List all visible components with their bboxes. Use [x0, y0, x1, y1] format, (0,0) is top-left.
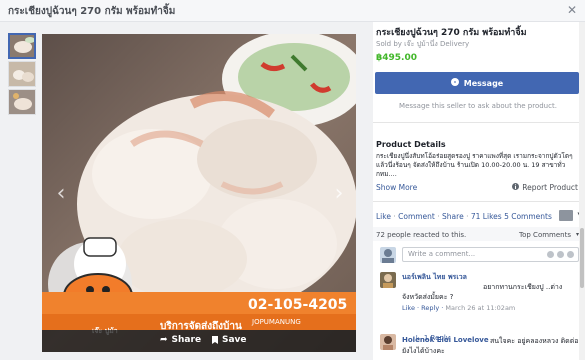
product-panel: กระเชียงปูฉ้วนๆ 270 กรัม พร้อมทำจิ้ม Sol…	[373, 22, 585, 360]
comment-text-line2: ยังไงได้บ้างคะ	[402, 347, 445, 355]
emoji-icon[interactable]	[567, 251, 574, 258]
show-more-link[interactable]: Show More	[376, 183, 417, 192]
bookmark-icon	[212, 336, 218, 344]
modal-title: กระเชียงปูฉ้วนๆ 270 กรัม พร้อมทำจิ้ม	[8, 6, 176, 17]
comments-count[interactable]: 5 Comments	[504, 212, 552, 221]
page-avatar-icon[interactable]	[559, 210, 573, 221]
message-label: Message	[463, 78, 504, 88]
comment-reply-link[interactable]: Reply	[421, 304, 439, 312]
thumbnail-3[interactable]	[8, 89, 36, 115]
message-button[interactable]: Message	[375, 72, 579, 94]
comment-tools	[547, 251, 574, 258]
comment-placeholder: Write a comment...	[408, 250, 476, 258]
reactions-text[interactable]: 72 people reacted to this.	[376, 231, 466, 239]
divider	[373, 122, 585, 123]
likes-count[interactable]: 71 Likes	[471, 212, 502, 221]
thumbnail-1[interactable]	[8, 33, 36, 59]
photo-save-button[interactable]: Save	[212, 335, 247, 345]
like-link[interactable]: Like	[376, 212, 391, 221]
photo-phone-text: 02-105-4205	[248, 297, 348, 313]
ask-seller-text: Message this seller to ask about the pro…	[399, 102, 557, 110]
divider	[373, 201, 585, 202]
photo-save-label: Save	[222, 335, 247, 345]
commenter-avatar[interactable]	[380, 334, 396, 350]
report-label: Report Product	[522, 183, 578, 192]
thumbnail-strip	[8, 33, 38, 117]
photo-share-button[interactable]: ➦ Share	[160, 335, 201, 345]
comment-link[interactable]: Comment	[398, 212, 435, 221]
scrollbar[interactable]	[579, 22, 585, 360]
camera-icon[interactable]	[547, 251, 554, 258]
comment-meta: Like · Reply · March 26 at 11:02am	[402, 304, 516, 312]
next-photo-icon[interactable]: ›	[330, 182, 348, 206]
comment-like-link[interactable]: Like	[402, 304, 415, 312]
comment-text-line2: จังหวัดส่งมั้ยคะ ?	[402, 293, 454, 301]
close-icon[interactable]: ✕	[567, 3, 577, 17]
comment-time[interactable]: March 26 at 11:02am	[445, 304, 515, 312]
top-comments-dropdown[interactable]: Top Comments	[519, 231, 571, 239]
product-price: ฿495.00	[376, 53, 417, 63]
comment-text: สนใจคะ อยู่คลองหลวง ติดต่อ	[490, 337, 579, 345]
prev-photo-icon[interactable]: ‹	[52, 182, 70, 206]
photo-action-bar: ➦ Share Save	[42, 330, 356, 352]
info-icon	[512, 183, 520, 192]
commenter-name[interactable]: Holenok Eiei Lovelove	[402, 336, 489, 344]
modal-header: กระเชียงปูฉ้วนๆ 270 กรัม พร้อมทำจิ้ม ✕	[0, 0, 585, 22]
details-text: กระเชียงปูนึ่งสับทโอ้อร่อยสูดรองปู ราคาแ…	[376, 152, 573, 178]
sold-by-text[interactable]: Sold by เจ๊ะ ปูม้านึ่ง Delivery	[376, 39, 469, 50]
product-title: กระเชียงปูฉ้วนๆ 270 กรัม พร้อมทำจิ้ม	[376, 28, 527, 38]
user-avatar[interactable]	[380, 247, 396, 263]
share-link[interactable]: Share	[442, 212, 464, 221]
report-product-link[interactable]: Report Product	[512, 183, 578, 192]
comment-text: อยากทานกระเชียงปู ..ต่าง	[483, 283, 563, 291]
product-photo[interactable]: ‹ › 02-105-4205 บริการจัดส่งถึงบ้าน เจ๊ะ…	[42, 34, 356, 352]
scrollbar-thumb[interactable]	[580, 228, 584, 288]
share-arrow-icon: ➦	[160, 335, 168, 345]
action-row: Like · Comment · Share · 71 Likes 5 Comm…	[376, 212, 552, 221]
details-heading: Product Details	[376, 140, 446, 149]
commenter-avatar[interactable]	[380, 272, 396, 288]
photo-share-label: Share	[171, 335, 202, 345]
messenger-icon	[450, 78, 459, 88]
gif-icon[interactable]	[557, 251, 564, 258]
comment-input[interactable]: Write a comment...	[402, 247, 579, 262]
photo-web-text: JOPUMANUNG	[252, 318, 301, 326]
commenter-name[interactable]: นอร์เพลิน ไทย พรเวล	[402, 272, 467, 283]
thumbnail-2[interactable]	[8, 61, 36, 87]
